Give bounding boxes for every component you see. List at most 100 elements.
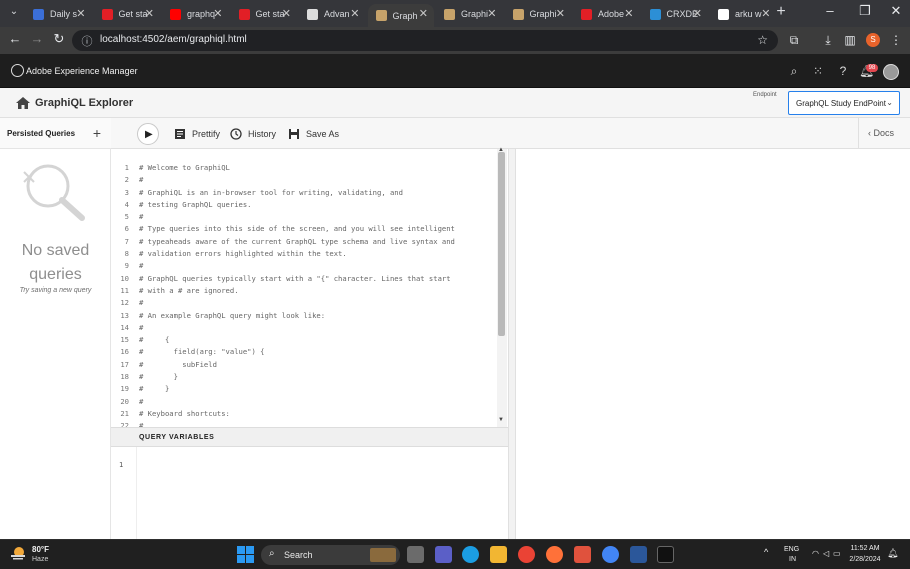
result-pane [516,149,910,539]
reload-button[interactable]: ↻ [49,31,69,47]
minimize-button[interactable]: – [820,3,840,18]
run-query-button[interactable]: ▶ [137,123,159,145]
add-query-button[interactable]: + [90,125,104,141]
aem-logo-icon[interactable] [11,64,24,77]
tab-favicon-icon [33,8,44,20]
battery-icon[interactable]: ▭ [833,549,841,558]
back-button[interactable]: ← [5,31,25,46]
code-text: # Welcome to GraphiQL [139,163,230,172]
volume-icon[interactable]: ◁ [823,549,829,558]
browser-tab[interactable]: graphq ✕ [162,4,229,24]
tray-chevron-up-icon[interactable]: ^ [764,547,768,557]
line-number: 19 [120,384,129,394]
restore-button[interactable]: ❐ [855,3,875,19]
code-text: # [139,175,144,185]
tab-close-icon[interactable]: ✕ [761,7,770,20]
pane-resize-handle[interactable] [508,149,516,539]
weather-haze-icon[interactable] [10,546,26,560]
endpoint-select[interactable]: GraphQL Study EndPoint ⌄ [788,91,900,115]
save-as-button[interactable]: Save As [288,127,339,141]
code-line: 10 # GraphQL queries typically start with… [111,274,506,286]
tab-close-icon[interactable]: ✕ [350,7,359,20]
windows-start-icon[interactable] [237,546,254,563]
site-info-icon[interactable]: ⓘ [80,33,94,48]
tab-close-icon[interactable]: ✕ [419,7,428,20]
scroll-down-icon[interactable]: ▼ [498,417,504,423]
browser-tab[interactable]: Graph ✕ [367,4,434,27]
language-primary[interactable]: ENG [784,546,799,553]
search-icon[interactable]: ⌕ [787,64,801,78]
scroll-up-icon[interactable]: ▲ [498,147,504,153]
solutions-grid-icon[interactable]: ⁙ [811,64,825,78]
query-variables-editor[interactable]: 1 [111,447,508,539]
product-name[interactable]: Adobe Experience Manager [26,66,138,76]
close-window-button[interactable]: ✕ [886,3,906,19]
chrome-icon[interactable] [518,546,535,563]
clock-date[interactable]: 2/28/2024 [845,556,885,563]
firefox-icon[interactable] [546,546,563,563]
help-icon[interactable]: ? [836,64,850,78]
tab-favicon-icon [238,8,250,20]
profile-avatar[interactable]: S [866,33,880,47]
prettify-icon [175,129,185,139]
address-bar[interactable]: ⓘ localhost:4502/aem/graphiql.html ☆ [72,30,778,51]
bookmark-star-icon[interactable]: ☆ [757,33,768,47]
browser-tab[interactable]: Get sta ✕ [231,4,298,24]
task-view-icon[interactable] [407,546,424,563]
prettify-button[interactable]: Prettify [174,127,220,141]
side-panel-icon[interactable]: ▥ [843,33,857,47]
browser-tab[interactable]: Get sta ✕ [94,4,161,24]
file-explorer-icon[interactable] [490,546,507,563]
browser-tab-bar: ⌄ Daily s ✕ Get sta ✕ graphq ✕ Get sta ✕ Advan ✕ G… [0,0,910,27]
edge-icon[interactable] [462,546,479,563]
empty-state-hint: Try saving a new query [19,287,92,294]
new-tab-button[interactable]: + [773,3,789,21]
editor-scrollbar[interactable]: ▲ ▼ [497,147,507,427]
query-variables-header[interactable]: QUERY VARIABLES [111,427,508,447]
weather-condition[interactable]: Haze [32,556,48,563]
tab-close-icon[interactable]: ✕ [282,7,291,20]
home-icon[interactable] [16,97,30,109]
endpoint-label: Endpoint [753,92,777,98]
chrome-profile-icon[interactable] [602,546,619,563]
browser-tab[interactable]: Graphi ✕ [505,4,572,24]
terminal-icon[interactable] [657,546,674,563]
clock-time[interactable]: 11:52 AM [845,545,885,552]
editor-scroll-thumb[interactable] [498,152,505,336]
weather-temperature[interactable]: 80°F [32,545,49,554]
tab-close-icon[interactable]: ✕ [487,7,496,20]
tab-close-icon[interactable]: ✕ [76,7,85,20]
notification-center-icon[interactable]: 🔔︎ [887,548,898,559]
tab-close-icon[interactable]: ✕ [145,7,154,20]
tab-favicon-icon [444,8,455,20]
history-button[interactable]: History [230,127,276,141]
app-icon[interactable] [574,546,591,563]
taskbar-search-box[interactable]: ⌕ Search [261,545,400,565]
browser-tab[interactable]: CRXDE ✕ [642,4,709,24]
docs-button[interactable]: ‹ Docs [858,118,910,149]
wifi-icon[interactable]: ◠ [812,549,819,558]
tab-close-icon[interactable]: ✕ [624,7,633,20]
browser-tab[interactable]: Daily s ✕ [25,4,92,24]
language-secondary[interactable]: IN [789,556,796,563]
code-line: 5 # [111,212,506,224]
browser-tab[interactable]: arku w ✕ [710,4,777,24]
browser-tab[interactable]: Advan ✕ [299,4,366,24]
word-icon[interactable] [630,546,647,563]
browser-tab[interactable]: Adobe ✕ [573,4,640,24]
tab-close-icon[interactable]: ✕ [693,7,702,20]
extensions-icon[interactable]: ⧉ [787,33,801,47]
forward-button[interactable]: → [27,31,47,46]
teams-icon[interactable] [435,546,452,563]
tab-close-icon[interactable]: ✕ [213,7,222,20]
code-line: 18 # } [111,372,506,384]
code-text: # Type queries into this side of the scr… [139,224,455,234]
browser-tab[interactable]: Graphi ✕ [436,4,503,24]
query-editor[interactable]: 1 # Welcome to GraphiQL 2 #3 # GraphiQL is a… [111,149,508,427]
tab-search-button[interactable]: ⌄ [6,6,22,20]
download-icon[interactable]: ⤓ [821,33,835,47]
user-avatar[interactable] [883,64,899,80]
code-text: # } [139,372,178,382]
tab-close-icon[interactable]: ✕ [556,7,565,20]
menu-kebab-icon[interactable]: ⋮ [889,33,903,47]
